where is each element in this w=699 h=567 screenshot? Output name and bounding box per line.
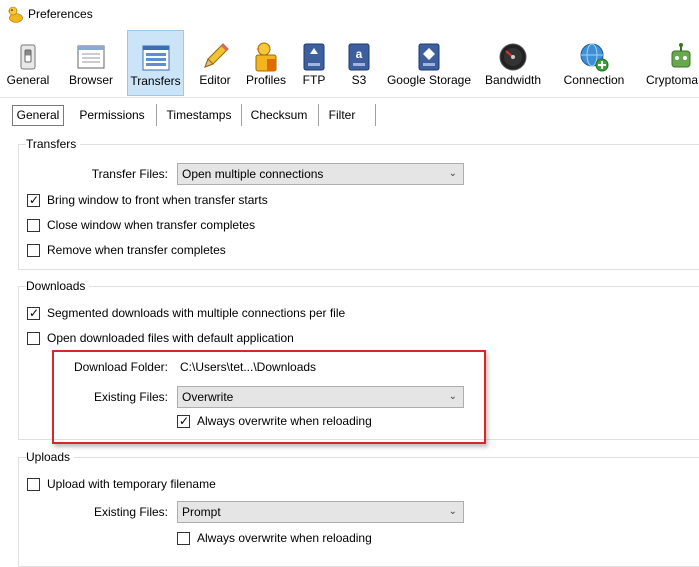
toolbar-label-google-storage: Google Storage bbox=[386, 73, 472, 87]
toolbar-label-bandwidth: Bandwidth bbox=[484, 73, 542, 87]
transfer-files-select[interactable]: Open multiple connections ⌄ bbox=[177, 163, 464, 185]
toolbar-editor[interactable]: Editor bbox=[194, 30, 236, 96]
svg-text:a: a bbox=[356, 47, 363, 61]
check-icon: ✓ bbox=[29, 193, 40, 207]
gauge-icon bbox=[499, 43, 527, 71]
toolbar-google-storage[interactable]: Google Storage bbox=[386, 30, 472, 96]
tab-filter[interactable]: Filter bbox=[322, 104, 362, 126]
checkbox-box[interactable] bbox=[27, 478, 40, 491]
checkbox-box[interactable] bbox=[27, 219, 40, 232]
duck-profiles-icon bbox=[255, 42, 277, 72]
tab-separator bbox=[156, 104, 157, 126]
preferences-toolbar: General Browser Transfers Editor Profile… bbox=[0, 30, 699, 96]
checkbox-box[interactable] bbox=[27, 244, 40, 257]
toolbar-label-general: General bbox=[6, 73, 50, 87]
toolbar-profiles[interactable]: Profiles bbox=[242, 30, 290, 96]
remove-when-label: Remove when transfer completes bbox=[47, 243, 226, 257]
tab-permissions[interactable]: Permissions bbox=[72, 104, 152, 126]
google-storage-icon bbox=[418, 43, 440, 71]
checkbox-box[interactable]: ✓ bbox=[27, 306, 40, 320]
preferences-tabs: General Permissions Timestamps Checksum … bbox=[0, 98, 699, 132]
tab-general[interactable]: General bbox=[12, 105, 64, 126]
toolbar-bandwidth[interactable]: Bandwidth bbox=[482, 30, 544, 96]
chevron-down-icon: ⌄ bbox=[448, 506, 457, 517]
toolbar-label-profiles: Profiles bbox=[245, 73, 286, 87]
toolbar-connection[interactable]: Connection bbox=[558, 30, 630, 96]
transfers-group-title: Transfers bbox=[26, 137, 81, 151]
tab-timestamps[interactable]: Timestamps bbox=[160, 104, 238, 126]
toolbar-browser[interactable]: Browser bbox=[64, 30, 118, 96]
chevron-down-icon: ⌄ bbox=[448, 168, 457, 179]
open-default-label: Open downloaded files with default appli… bbox=[47, 331, 294, 345]
uploads-group-title: Uploads bbox=[26, 450, 75, 464]
toolbar-label-ftp: FTP bbox=[302, 73, 326, 87]
globe-plus-icon bbox=[580, 43, 609, 72]
uploads-existing-files-value: Prompt bbox=[182, 505, 221, 519]
close-window-label: Close window when transfer completes bbox=[47, 218, 256, 232]
toolbar-transfers[interactable]: Transfers bbox=[127, 30, 184, 96]
check-icon: ✓ bbox=[29, 306, 40, 320]
tab-separator bbox=[375, 104, 376, 126]
title-bar: Preferences bbox=[0, 0, 699, 30]
toolbar-label-transfers: Transfers bbox=[130, 74, 181, 88]
switch-icon bbox=[20, 44, 36, 70]
uploads-always-overwrite-label: Always overwrite when reloading bbox=[197, 531, 372, 545]
transfer-files-label: Transfer Files: bbox=[91, 167, 168, 181]
tab-checksum[interactable]: Checksum bbox=[245, 104, 313, 126]
pencil-icon bbox=[204, 43, 229, 68]
temp-filename-label: Upload with temporary filename bbox=[47, 477, 216, 491]
uploads-existing-files-label: Existing Files: bbox=[93, 505, 168, 519]
browser-window-icon bbox=[77, 45, 105, 69]
toolbar-ftp[interactable]: FTP bbox=[298, 30, 330, 96]
bring-to-front-label: Bring window to front when transfer star… bbox=[47, 193, 268, 207]
amazon-s3-icon: a bbox=[348, 43, 370, 71]
duck-app-icon bbox=[8, 6, 23, 23]
toolbar-label-s3: S3 bbox=[351, 73, 367, 87]
toolbar-label-cryptomator: Cryptoma bbox=[646, 73, 699, 87]
toolbar-s3[interactable]: a S3 bbox=[343, 30, 375, 96]
highlight-annotation-box bbox=[52, 350, 486, 444]
checkbox-box[interactable]: ✓ bbox=[27, 193, 40, 207]
transfer-files-value: Open multiple connections bbox=[182, 167, 324, 181]
downloads-group-title: Downloads bbox=[26, 279, 90, 293]
segmented-downloads-label: Segmented downloads with multiple connec… bbox=[47, 306, 346, 320]
toolbar-cryptomator[interactable]: Cryptoma bbox=[644, 30, 699, 96]
checkbox-box[interactable] bbox=[177, 532, 190, 545]
tab-separator bbox=[241, 104, 242, 126]
ftp-drive-icon bbox=[303, 43, 325, 71]
uploads-existing-files-select[interactable]: Prompt ⌄ bbox=[177, 501, 464, 523]
window-title: Preferences bbox=[28, 7, 93, 21]
tab-separator bbox=[318, 104, 319, 126]
robot-icon bbox=[671, 43, 691, 68]
toolbar-label-connection: Connection bbox=[563, 73, 625, 87]
toolbar-label-editor: Editor bbox=[199, 73, 231, 87]
checkbox-box[interactable] bbox=[27, 332, 40, 345]
transfers-list-icon bbox=[142, 45, 170, 71]
toolbar-label-browser: Browser bbox=[68, 73, 113, 87]
toolbar-general[interactable]: General bbox=[4, 30, 52, 96]
